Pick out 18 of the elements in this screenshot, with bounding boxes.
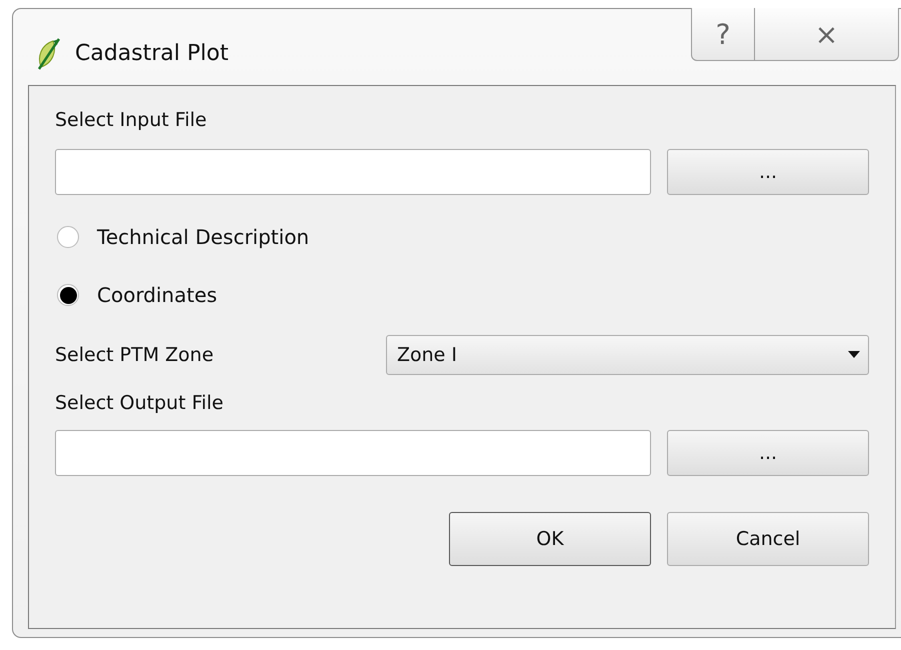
zone-dropdown[interactable]: Zone I bbox=[386, 335, 869, 375]
window-title: Cadastral Plot bbox=[75, 40, 228, 66]
radio-option[interactable]: Coordinates bbox=[57, 283, 869, 307]
cancel-button[interactable]: Cancel bbox=[667, 512, 869, 566]
radio-icon[interactable] bbox=[57, 226, 79, 248]
input-file-label: Select Input File bbox=[55, 108, 208, 132]
input-file-field[interactable] bbox=[55, 149, 651, 195]
ptm-zone-label: Select PTM Zone bbox=[55, 344, 215, 366]
output-file-field[interactable] bbox=[55, 430, 651, 476]
browse-button[interactable]: ... bbox=[667, 430, 869, 476]
help-button[interactable]: ? bbox=[691, 8, 755, 61]
radio-option[interactable]: Technical Description bbox=[57, 225, 869, 249]
ok-button[interactable]: OK bbox=[449, 512, 651, 566]
output-file-label: Select Output File bbox=[55, 391, 224, 415]
browse-button[interactable]: ... bbox=[667, 149, 869, 195]
caret-icon bbox=[848, 351, 860, 359]
close-button[interactable]: × bbox=[755, 8, 899, 61]
radio-icon[interactable] bbox=[57, 284, 79, 306]
